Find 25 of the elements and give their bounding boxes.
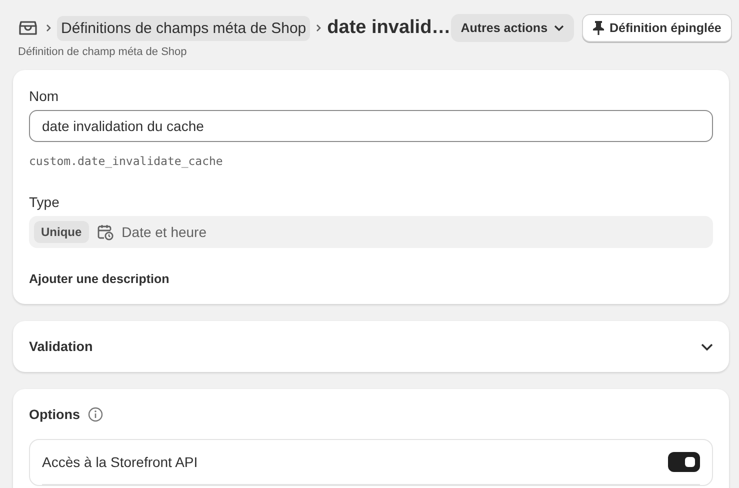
field-label: Nom [29, 88, 60, 104]
calendar-clock-icon [96, 224, 114, 240]
info-icon[interactable] [88, 407, 103, 422]
chevron-icon [46, 24, 51, 32]
metafield-key: custom.date_invalidate_cache [29, 154, 713, 168]
field-label: Type [29, 194, 60, 210]
breadcrumb-link[interactable]: Définitions de champs méta de Shop [57, 16, 310, 40]
page-subtitle: Définition de champ méta de Shop [18, 46, 188, 58]
type-badge: Unique [34, 221, 89, 243]
chevron-icon [701, 342, 713, 350]
validation-card[interactable]: Validation [13, 321, 729, 372]
toggle-switch[interactable] [668, 452, 700, 472]
store-icon[interactable] [18, 19, 38, 37]
chevron-icon [316, 24, 322, 32]
type-value: Date et heure [122, 224, 207, 240]
add-description-link[interactable]: Ajouter une description [29, 272, 170, 286]
pinned-definition-button[interactable]: Définition épinglée [582, 14, 732, 42]
option-label: Accès à la Storefront API [42, 454, 198, 470]
caret-icon [554, 25, 564, 31]
section-title: Validation [29, 339, 93, 354]
page-title: date invalid… [327, 17, 451, 39]
pin-icon [592, 21, 604, 35]
more-actions-button[interactable]: Autres actions [450, 14, 574, 42]
section-title: Options [29, 407, 80, 422]
name-input-field[interactable]: date invalidation du cache [29, 110, 713, 142]
